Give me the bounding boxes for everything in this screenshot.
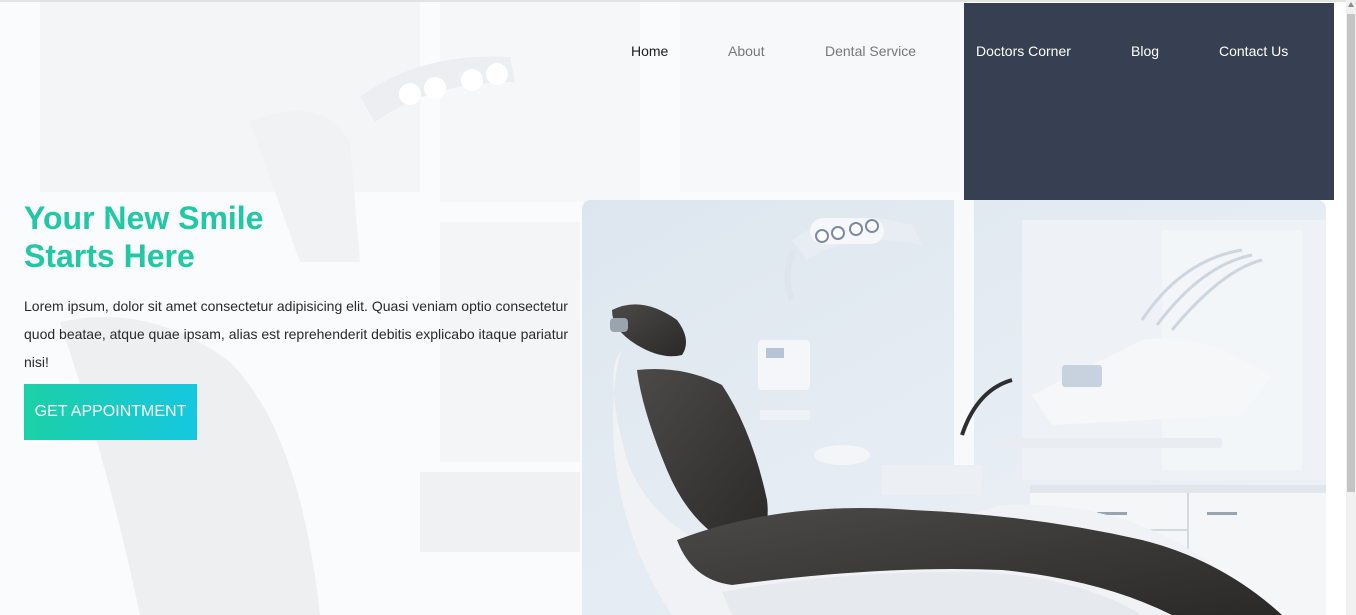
dental-chair-photo xyxy=(582,200,1326,615)
nav-doctors-corner[interactable]: Doctors Corner xyxy=(976,42,1071,60)
page-scrollbar[interactable] xyxy=(1346,0,1356,615)
hero-title-line2: Starts Here xyxy=(24,238,195,274)
nav-dark-panel xyxy=(964,3,1334,200)
scrollbar-thumb[interactable] xyxy=(1347,14,1355,492)
hero-title-line1: Your New Smile xyxy=(24,200,264,236)
hero-description: Lorem ipsum, dolor sit amet consectetur … xyxy=(24,298,569,370)
nav-about[interactable]: About xyxy=(728,42,765,60)
get-appointment-button[interactable]: GET APPOINTMENT xyxy=(24,384,197,440)
nav-contact-us[interactable]: Contact Us xyxy=(1219,42,1288,60)
nav-blog[interactable]: Blog xyxy=(1131,42,1159,60)
hero-title: Your New Smile Starts Here xyxy=(24,199,344,275)
nav-home[interactable]: Home xyxy=(631,42,668,60)
scrollbar-up-arrow-icon[interactable] xyxy=(1348,2,1354,7)
nav-dental-service[interactable]: Dental Service xyxy=(825,42,916,60)
